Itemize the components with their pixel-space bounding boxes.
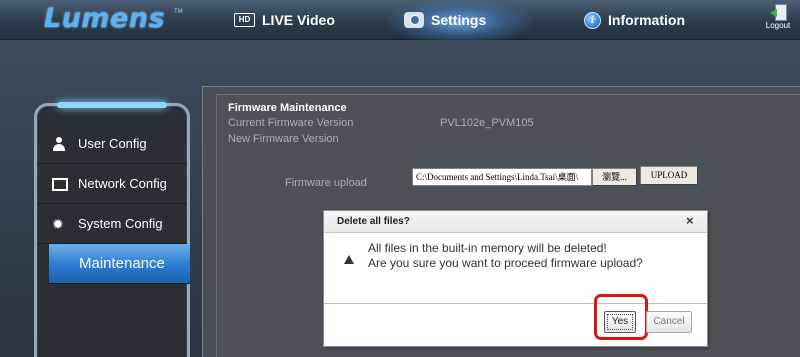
dialog-title-bar: Delete all files? × [324,211,707,233]
firmware-maintenance-title: Firmware Maintenance [228,102,347,114]
sidebar-item-network-config[interactable]: Network Config [37,164,187,204]
logout-icon [770,4,787,21]
dialog-title: Delete all files? [337,216,410,227]
nav-live-video[interactable]: HD LIVE Video [234,0,335,40]
dialog-message-line2: Are you sure you want to proceed firmwar… [368,256,643,270]
sidebar-item-maintenance[interactable]: Maintenance [49,244,190,284]
firmware-file-input[interactable]: C:\Documents and Settings\Linda.Tsai\桌面\ [412,168,592,186]
sidebar-item-label: System Config [78,216,163,231]
gear-icon: ✹ [52,215,64,232]
monitor-icon [52,177,68,191]
settings-sidebar: User Config Network Config ✹ System Conf… [34,102,190,357]
close-icon[interactable]: × [686,213,694,228]
nav-information-label: Information [608,12,685,28]
browse-button[interactable]: 瀏覽... [592,168,637,186]
user-icon [52,136,66,151]
current-firmware-label: Current Firmware Version [228,117,354,129]
sidebar-item-label: Maintenance [79,255,165,272]
logout-button[interactable]: Logout [758,4,798,30]
sidebar-item-user-config[interactable]: User Config [37,124,187,164]
info-icon: i [584,11,601,29]
current-firmware-value: PVL102e_PVM105 [440,117,534,129]
nav-settings-label: Settings [431,12,487,28]
lumens-logo: Lumens [44,3,166,34]
nav-information[interactable]: i Information [584,0,685,40]
camera-settings-icon [404,12,424,28]
nav-live-video-label: LIVE Video [262,12,335,28]
firmware-upload-label: Firmware upload [285,177,367,189]
sidebar-item-label: User Config [78,136,147,151]
delete-files-dialog: Delete all files? × All files in the bui… [323,210,708,347]
logout-label: Logout [765,21,791,30]
sidebar-glow [57,102,167,108]
dialog-divider [324,303,707,304]
upload-button[interactable]: UPLOAD [640,166,698,185]
sidebar-item-system-config[interactable]: ✹ System Config [37,204,187,244]
warning-icon [344,255,354,264]
yes-button[interactable]: Yes [604,311,636,333]
cancel-button[interactable]: Cancel [646,311,692,333]
hd-icon: HD [234,13,255,27]
sidebar-item-label: Network Config [78,176,167,191]
new-firmware-label: New Firmware Version [228,133,339,145]
dialog-message-line1: All files in the built-in memory will be… [368,241,607,255]
top-navigation-bar: Lumens TM HD LIVE Video Settings i Infor… [0,0,800,40]
nav-settings[interactable]: Settings [388,0,532,40]
logo-trademark: TM [174,9,183,15]
